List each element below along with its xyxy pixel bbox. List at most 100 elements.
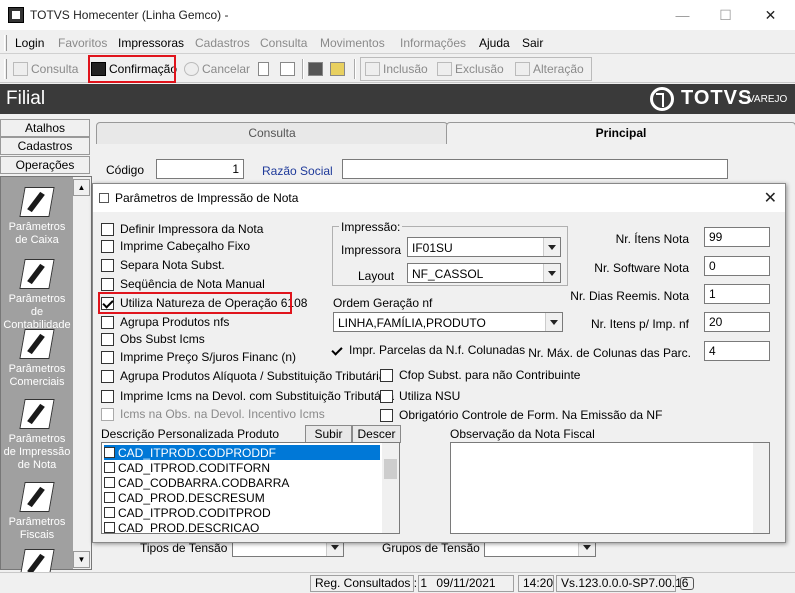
status-bar: Reg. Consultados : 1 09/11/2021 14:20 Vs…	[0, 572, 795, 593]
checkbox-box	[101, 350, 114, 364]
menu-impressoras[interactable]: Impressoras	[118, 36, 184, 50]
list-item[interactable]: CAD_ITPROD.CODITFORN	[104, 460, 270, 475]
sequencia-nota-checkbox[interactable]: Seqüência de Nota Manual	[101, 277, 265, 291]
list-item[interactable]: CAD_PROD.DESCRICAO	[104, 520, 259, 533]
pen-document-icon	[19, 187, 55, 217]
inclusao-icon	[365, 62, 380, 76]
layout-select[interactable]: NF_CASSOL	[407, 263, 561, 283]
left-scrollbar[interactable]: ▲ ▼	[73, 177, 91, 569]
printer-icon	[308, 62, 323, 76]
cancelar-button[interactable]: Cancelar	[184, 58, 250, 80]
razao-social-input[interactable]	[342, 159, 728, 179]
atalhos-button[interactable]: Atalhos	[0, 119, 90, 137]
list-item[interactable]: CAD_PROD.DESCRESUM	[104, 490, 265, 505]
descer-button[interactable]: Descer	[352, 425, 401, 443]
descricao-list[interactable]: CAD_ITPROD.CODPRODDF CAD_ITPROD.CODITFOR…	[101, 442, 400, 534]
parametros-comerciais-item[interactable]: Parâmetros Comerciais	[1, 329, 73, 389]
checkbox-box	[380, 408, 393, 422]
scroll-down-icon[interactable]: ▼	[73, 551, 90, 568]
list-item[interactable]: CAD_CODBARRA.CODBARRA	[104, 475, 289, 490]
window-titlebar: TOTVS Homecenter (Linha Gemco) - — ☐ ✕	[0, 0, 795, 30]
maximize-icon[interactable]: ☐	[703, 0, 748, 30]
checkbox-box	[104, 522, 115, 533]
agrupa-aliquota-checkbox[interactable]: Agrupa Produtos Alíquota / Substituição …	[101, 369, 386, 383]
print-button[interactable]	[308, 58, 326, 80]
checkbox-box	[104, 462, 115, 473]
scroll-up-icon[interactable]: ▲	[73, 179, 90, 196]
list-scrollbar[interactable]	[382, 443, 399, 533]
agrupa-produtos-checkbox[interactable]: Agrupa Produtos nfs	[101, 315, 229, 329]
chevron-down-icon	[543, 238, 560, 256]
pen-document-icon	[19, 399, 55, 429]
cadastros-button[interactable]: Cadastros	[0, 137, 90, 155]
impr-parcelas-checkbox[interactable]: Impr. Parcelas da N.f. Colunadas	[330, 343, 525, 357]
imprime-icms-devol-checkbox[interactable]: Imprime Icms na Devol. com Substituição …	[101, 389, 394, 403]
status-hora: 14:20	[518, 575, 554, 592]
menu-login[interactable]: Login	[15, 36, 44, 50]
codigo-input[interactable]: 1	[156, 159, 244, 179]
tab-consulta[interactable]: Consulta	[96, 122, 448, 144]
alteracao-button[interactable]: Alteração	[515, 58, 584, 80]
nr-max-colunas-label: Nr. Máx. de Colunas das Parc.	[528, 346, 691, 360]
parametros-fiscais-item[interactable]: Parâmetros Fiscais	[1, 482, 73, 542]
preview-button[interactable]	[330, 58, 348, 80]
parametros-caixa-item[interactable]: Parâmetros de Caixa	[1, 187, 73, 247]
status-registros: Reg. Consultados : 1	[310, 575, 427, 592]
menu-movimentos[interactable]: Movimentos	[320, 36, 385, 50]
parametros-impressao-item[interactable]: Parâmetros de Impressão de Nota	[1, 399, 73, 472]
list-item[interactable]: CAD_ITPROD.CODPRODDF	[104, 445, 380, 460]
menu-ajuda[interactable]: Ajuda	[479, 36, 510, 50]
keyboard-icon	[680, 577, 694, 590]
new-document-button[interactable]	[258, 58, 272, 80]
parametros-contabilidade-item[interactable]: Parâmetros de Contabilidade	[1, 259, 73, 332]
codigo-label: Código	[106, 163, 145, 177]
nr-dias-reemis-input[interactable]: 1	[704, 284, 770, 304]
operacoes-button[interactable]: Operações	[0, 156, 90, 174]
menu-consulta[interactable]: Consulta	[260, 36, 307, 50]
textarea-scrollbar[interactable]	[753, 443, 769, 533]
consulta-button[interactable]: Consulta	[13, 58, 78, 80]
subir-button[interactable]: Subir	[305, 425, 352, 443]
nr-max-colunas-input[interactable]: 4	[704, 341, 770, 361]
status-versao: Vs.123.0.0.0-SP7.00.16	[556, 575, 688, 592]
separa-nota-checkbox[interactable]: Separa Nota Subst.	[101, 258, 225, 272]
icms-obs-devol-checkbox[interactable]: Icms na Obs. na Devol. Incentivo Icms	[101, 407, 325, 421]
nr-itens-imp-input[interactable]: 20	[704, 312, 770, 332]
checkbox-box	[101, 315, 114, 329]
copy-button[interactable]	[280, 58, 298, 80]
impressora-select[interactable]: IF01SU	[407, 237, 561, 257]
observacao-textarea[interactable]	[450, 442, 770, 534]
scroll-thumb[interactable]	[384, 459, 397, 479]
definir-impressora-checkbox[interactable]: Definir Impressora da Nota	[101, 222, 263, 236]
ordem-geracao-select[interactable]: LINHA,FAMÍLIA,PRODUTO	[333, 312, 563, 332]
minimize-icon[interactable]: —	[660, 0, 705, 30]
checkbox-box	[101, 407, 114, 421]
imprime-preco-checkbox[interactable]: Imprime Preço S/juros Financ (n)	[101, 350, 296, 364]
obrigatorio-controle-checkbox[interactable]: Obrigatório Controle de Form. Na Emissão…	[380, 408, 662, 422]
observacao-label: Observação da Nota Fiscal	[450, 427, 595, 441]
imprime-cabecalho-checkbox[interactable]: Imprime Cabeçalho Fixo	[101, 239, 250, 253]
window-title: TOTVS Homecenter (Linha Gemco) -	[30, 8, 229, 22]
obs-subst-icms-checkbox[interactable]: Obs Subst Icms	[101, 332, 205, 346]
menu-sair[interactable]: Sair	[522, 36, 543, 50]
list-item[interactable]: CAD_ITPROD.CODITPROD	[104, 505, 271, 520]
tab-principal[interactable]: Principal	[446, 122, 795, 144]
menu-cadastros[interactable]: Cadastros	[195, 36, 250, 50]
inclusao-button[interactable]: Inclusão	[365, 58, 428, 80]
pen-document-icon	[19, 482, 55, 512]
cfop-subst-checkbox[interactable]: Cfop Subst. para não Contribuinte	[380, 368, 580, 382]
impressora-label: Impressora	[341, 243, 402, 257]
checkbox-box	[101, 332, 114, 346]
menu-informacoes[interactable]: Informações	[400, 36, 466, 50]
exclusao-button[interactable]: Exclusão	[437, 58, 504, 80]
dialog-close-icon[interactable]: ✕	[764, 188, 777, 208]
utiliza-nsu-checkbox[interactable]: Utiliza NSU	[380, 389, 460, 403]
nr-itens-nota-input[interactable]: 99	[704, 227, 770, 247]
close-icon[interactable]: ✕	[748, 0, 793, 30]
checkbox-box	[380, 389, 393, 403]
nr-software-nota-input[interactable]: 0	[704, 256, 770, 276]
page-header: Filial TOTVS VAREJO	[0, 84, 795, 114]
menu-favoritos[interactable]: Favoritos	[58, 36, 107, 50]
checkbox-box	[101, 277, 114, 291]
toolbar-grip	[4, 59, 7, 79]
